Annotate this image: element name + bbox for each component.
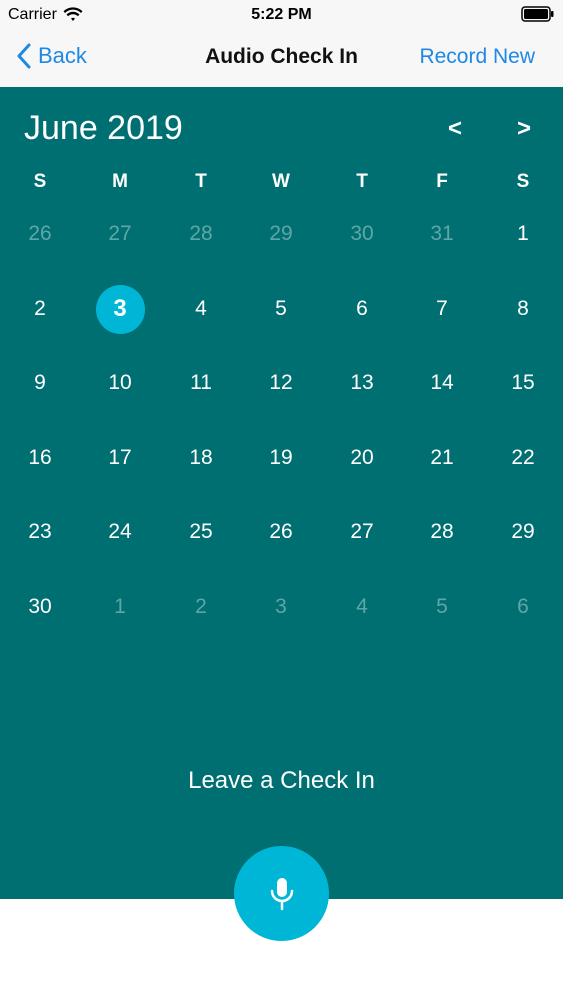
- selected-day-circle: 3: [95, 284, 145, 334]
- calendar-day[interactable]: 7: [407, 284, 477, 334]
- calendar-day[interactable]: 2: [5, 284, 75, 334]
- calendar-day[interactable]: 18: [166, 433, 236, 483]
- calendar-day[interactable]: 17: [85, 433, 155, 483]
- calendar-day[interactable]: 1: [488, 209, 558, 259]
- calendar-day[interactable]: 26: [246, 507, 316, 557]
- calendar-day-outside-month[interactable]: 28: [166, 209, 236, 259]
- weekday-label: W: [272, 171, 290, 192]
- calendar-day[interactable]: 28: [407, 507, 477, 557]
- checkin-label: Leave a Check In: [188, 767, 375, 794]
- calendar-day[interactable]: 24: [85, 507, 155, 557]
- calendar-day[interactable]: 25: [166, 507, 236, 557]
- navigation-bar: Back Audio Check In Record New: [0, 30, 563, 88]
- record-mic-button[interactable]: [234, 846, 329, 941]
- calendar-day[interactable]: 13: [327, 358, 397, 408]
- month-title: June 2019: [24, 109, 183, 147]
- calendar-day-outside-month[interactable]: 26: [5, 209, 75, 259]
- weekday-label: F: [436, 171, 448, 192]
- next-month-button[interactable]: >: [517, 115, 531, 143]
- calendar-day[interactable]: 8: [488, 284, 558, 334]
- calendar-day-outside-month[interactable]: 2: [166, 582, 236, 632]
- weekday-label: T: [356, 171, 368, 192]
- status-bar: Carrier 5:22 PM: [0, 0, 563, 30]
- calendar-day[interactable]: 12: [246, 358, 316, 408]
- calendar-day[interactable]: 11: [166, 358, 236, 408]
- calendar-day[interactable]: 14: [407, 358, 477, 408]
- calendar-day[interactable]: 21: [407, 433, 477, 483]
- weekday-label: S: [33, 171, 47, 192]
- calendar-day[interactable]: 6: [327, 284, 397, 334]
- calendar-day-outside-month[interactable]: 30: [327, 209, 397, 259]
- calendar-day[interactable]: 30: [5, 582, 75, 632]
- calendar-day-outside-month[interactable]: 6: [488, 582, 558, 632]
- calendar-day[interactable]: 16: [5, 433, 75, 483]
- calendar-day[interactable]: 27: [327, 507, 397, 557]
- calendar-day[interactable]: 15: [488, 358, 558, 408]
- calendar-day[interactable]: 9: [5, 358, 75, 408]
- calendar-day[interactable]: 20: [327, 433, 397, 483]
- weekday-label: T: [195, 171, 207, 192]
- calendar-day[interactable]: 19: [246, 433, 316, 483]
- calendar-day-outside-month[interactable]: 31: [407, 209, 477, 259]
- calendar-day-selected[interactable]: 3: [85, 284, 155, 334]
- calendar-day-outside-month[interactable]: 1: [85, 582, 155, 632]
- calendar-day[interactable]: 29: [488, 507, 558, 557]
- calendar-day[interactable]: 10: [85, 358, 155, 408]
- calendar-day-outside-month[interactable]: 27: [85, 209, 155, 259]
- calendar-day[interactable]: 4: [166, 284, 236, 334]
- calendar-day[interactable]: 23: [5, 507, 75, 557]
- calendar-day-outside-month[interactable]: 3: [246, 582, 316, 632]
- microphone-icon: [270, 877, 293, 910]
- status-time: 5:22 PM: [251, 6, 312, 23]
- calendar-day[interactable]: 5: [246, 284, 316, 334]
- prev-month-button[interactable]: <: [448, 115, 462, 143]
- weekday-label: S: [516, 171, 530, 192]
- weekday-label: M: [112, 171, 128, 192]
- calendar-day[interactable]: 22: [488, 433, 558, 483]
- calendar-panel: June 2019 < > S M T W T F S 26 27 28 29 30 31…: [0, 87, 563, 899]
- calendar-day-outside-month[interactable]: 4: [327, 582, 397, 632]
- battery-icon: [521, 6, 554, 22]
- calendar-day-outside-month[interactable]: 5: [407, 582, 477, 632]
- calendar-day-outside-month[interactable]: 29: [246, 209, 316, 259]
- record-new-button[interactable]: Record New: [419, 45, 535, 69]
